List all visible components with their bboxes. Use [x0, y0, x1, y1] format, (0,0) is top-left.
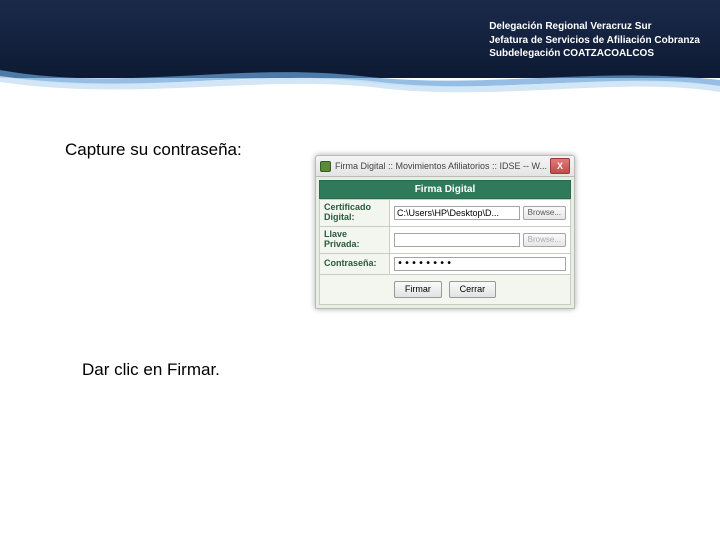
key-label: Llave Privada:	[320, 226, 390, 253]
dialog-titlebar: Firma Digital :: Movimientos Afiliatorio…	[315, 155, 575, 177]
window-close-button[interactable]: X	[550, 158, 570, 174]
cert-browse-button[interactable]: Browse...	[523, 206, 566, 220]
header-line-3: Subdelegación COATZACOALCOS	[489, 47, 700, 61]
header-line-2: Jefatura de Servicios de Afiliación Cobr…	[489, 34, 700, 48]
header-org-block: Delegación Regional Veracruz Sur Jefatur…	[489, 20, 700, 61]
firmar-button[interactable]: Firmar	[394, 281, 442, 298]
wave-decoration	[0, 62, 720, 96]
password-input[interactable]: ••••••••	[394, 257, 566, 271]
instruction-click-firmar: Dar clic en Firmar.	[82, 360, 220, 380]
app-icon	[320, 161, 331, 172]
firma-digital-dialog: Firma Digital :: Movimientos Afiliatorio…	[315, 155, 575, 309]
cert-label: Certificado Digital:	[320, 200, 390, 227]
key-input[interactable]	[394, 233, 520, 247]
header-line-1: Delegación Regional Veracruz Sur	[489, 20, 700, 34]
window-title: Firma Digital :: Movimientos Afiliatorio…	[335, 161, 550, 171]
key-browse-button[interactable]: Browse...	[523, 233, 566, 247]
slide-header: Delegación Regional Veracruz Sur Jefatur…	[0, 0, 720, 78]
cerrar-button[interactable]: Cerrar	[449, 281, 497, 298]
form-table: Certificado Digital: Browse... Llave Pri…	[319, 199, 571, 305]
instruction-capture-password: Capture su contraseña:	[65, 140, 242, 160]
cert-input[interactable]	[394, 206, 520, 220]
dialog-body: Firma Digital Certificado Digital: Brows…	[315, 177, 575, 309]
dialog-title: Firma Digital	[319, 180, 571, 199]
password-label: Contraseña:	[320, 253, 390, 274]
